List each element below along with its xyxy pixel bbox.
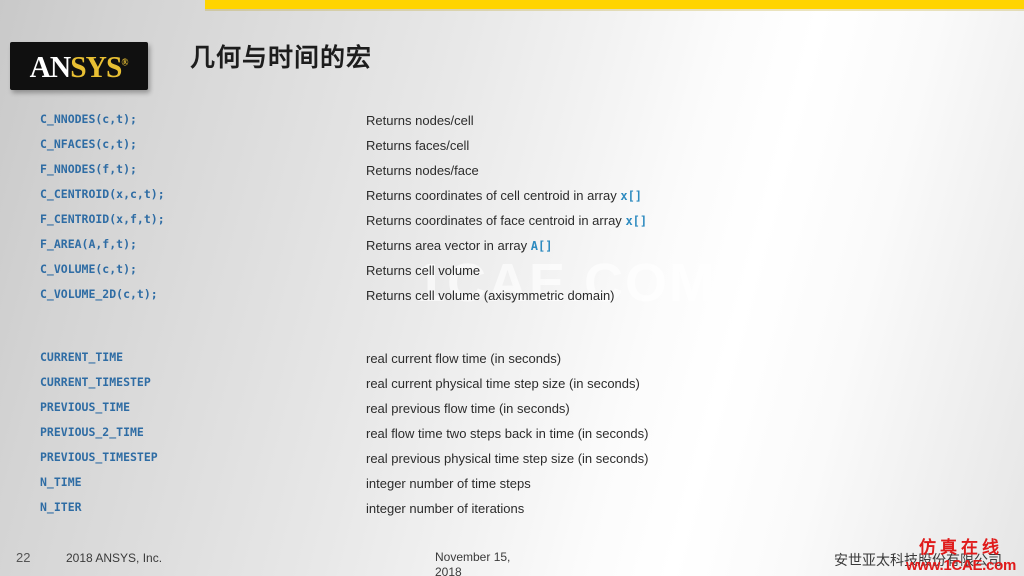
- macro-description: integer number of iterations: [366, 501, 524, 516]
- macro-description: real flow time two steps back in time (i…: [366, 426, 649, 441]
- macro-description: integer number of time steps: [366, 476, 531, 491]
- ansys-logo-sys: SYS: [70, 48, 123, 84]
- company-name: 安世亚太科技股份有限公司: [834, 553, 1002, 569]
- ansys-logo-text: ANSYS®: [30, 48, 129, 84]
- macro-table: C_NNODES(c,t); Returns nodes/cell C_NFACES…: [0, 112, 1024, 525]
- macro-row: PREVIOUS_TIMESTEP real previous physical …: [0, 450, 1024, 475]
- date-line-1: November 15,: [435, 550, 511, 564]
- macro-name: C_VOLUME_2D(c,t);: [40, 287, 158, 301]
- macro-description: real previous physical time step size (i…: [366, 451, 649, 466]
- macro-name: C_NFACES(c,t);: [40, 137, 137, 151]
- macro-name: CURRENT_TIME: [40, 350, 124, 364]
- macro-description-text: real previous physical time step size (i…: [366, 451, 649, 466]
- ansys-logo-an: AN: [30, 48, 72, 84]
- macro-description-text: integer number of time steps: [366, 476, 531, 491]
- macro-description-text: real previous flow time (in seconds): [366, 401, 570, 416]
- macro-row: PREVIOUS_TIME real previous flow time (in…: [0, 400, 1024, 425]
- top-accent-bar-shadow: [205, 9, 1024, 11]
- macro-description: Returns nodes/cell: [366, 113, 474, 128]
- macro-row: PREVIOUS_2_TIME real flow time two steps …: [0, 425, 1024, 450]
- macro-description: Returns nodes/face: [366, 163, 479, 178]
- page-number: 22: [16, 550, 31, 565]
- array-reference: A[]: [530, 239, 553, 253]
- macro-row: C_VOLUME_2D(c,t); Returns cell volume (ax…: [0, 287, 1024, 312]
- macro-description-text: real flow time two steps back in time (i…: [366, 426, 649, 441]
- macro-description-text: Returns coordinates of face centroid in …: [366, 213, 622, 228]
- macro-description-text: Returns coordinates of cell centroid in …: [366, 188, 617, 203]
- macro-row: C_NFACES(c,t); Returns faces/cell: [0, 137, 1024, 162]
- macro-name: F_CENTROID(x,f,t);: [40, 212, 165, 226]
- macro-description-text: Returns nodes/cell: [366, 113, 474, 128]
- top-accent-bar: [205, 0, 1024, 9]
- array-reference: x[]: [620, 189, 643, 203]
- date-text: November 15, 2018: [435, 550, 510, 576]
- macro-name: PREVIOUS_2_TIME: [40, 425, 144, 439]
- macro-description: real current physical time step size (in…: [366, 376, 640, 391]
- ansys-logo-registered-icon: ®: [121, 57, 129, 69]
- geometry-macro-group: C_NNODES(c,t); Returns nodes/cell C_NFACES…: [0, 112, 1024, 312]
- macro-row: CURRENT_TIMESTEP real current physical ti…: [0, 375, 1024, 400]
- macro-description-text: integer number of iterations: [366, 501, 525, 516]
- macro-name: PREVIOUS_TIMESTEP: [40, 450, 158, 464]
- page-title: 几何与时间的宏: [190, 43, 373, 72]
- macro-description-text: real current flow time (in seconds): [366, 351, 562, 366]
- macro-description-text: real current physical time step size (in…: [366, 376, 640, 391]
- macro-name: F_NNODES(f,t);: [40, 162, 137, 176]
- macro-name: N_ITER: [40, 500, 82, 514]
- macro-row: C_VOLUME(c,t); Returns cell volume: [0, 262, 1024, 287]
- macro-description-text: Returns nodes/face: [366, 163, 479, 178]
- macro-description-text: Returns area vector in array: [366, 238, 528, 253]
- macro-name: C_NNODES(c,t);: [40, 112, 137, 126]
- macro-row: F_CENTROID(x,f,t); Returns coordinates of…: [0, 212, 1024, 237]
- macro-description: Returns coordinates of face centroid in …: [366, 213, 647, 228]
- macro-row: CURRENT_TIME real current flow time (in s…: [0, 350, 1024, 375]
- macro-description: Returns faces/cell: [366, 138, 469, 153]
- slide-footer: 22 2018 ANSYS, Inc. November 15, 2018 安世…: [0, 539, 1024, 576]
- date-line-2: 2018: [435, 565, 462, 576]
- copyright-text: 2018 ANSYS, Inc.: [66, 551, 163, 565]
- macro-row: C_NNODES(c,t); Returns nodes/cell: [0, 112, 1024, 137]
- macro-name: PREVIOUS_TIME: [40, 400, 131, 414]
- slide: ANSYS® 几何与时间的宏 1CAE.COM C_NNODES(c,t); Re…: [0, 0, 1024, 576]
- macro-row: N_TIME integer number of time steps: [0, 475, 1024, 500]
- macro-row: F_AREA(A,f,t); Returns area vector in arr…: [0, 237, 1024, 262]
- ansys-logo: ANSYS®: [10, 42, 148, 90]
- macro-description-text: Returns cell volume (axisymmetric domain…: [366, 288, 615, 303]
- time-macro-group: CURRENT_TIME real current flow time (in s…: [0, 350, 1024, 525]
- macro-description-text: Returns cell volume: [366, 263, 481, 278]
- macro-description: Returns coordinates of cell centroid in …: [366, 188, 642, 203]
- macro-description-text: Returns faces/cell: [366, 138, 470, 153]
- array-reference: x[]: [625, 214, 648, 228]
- macro-row: C_CENTROID(x,c,t); Returns coordinates of…: [0, 187, 1024, 212]
- macro-name: F_AREA(A,f,t);: [40, 237, 137, 251]
- macro-name: C_CENTROID(x,c,t);: [40, 187, 165, 201]
- macro-description: Returns area vector in array A[]: [366, 238, 552, 253]
- macro-description: Returns cell volume (axisymmetric domain…: [366, 288, 615, 303]
- macro-description: Returns cell volume: [366, 263, 480, 278]
- macro-description: real current flow time (in seconds): [366, 351, 561, 366]
- macro-name: CURRENT_TIMESTEP: [40, 375, 151, 389]
- macro-row: N_ITER integer number of iterations: [0, 500, 1024, 525]
- macro-row: F_NNODES(f,t); Returns nodes/face: [0, 162, 1024, 187]
- macro-description: real previous flow time (in seconds): [366, 401, 570, 416]
- macro-name: C_VOLUME(c,t);: [40, 262, 137, 276]
- macro-name: N_TIME: [40, 475, 82, 489]
